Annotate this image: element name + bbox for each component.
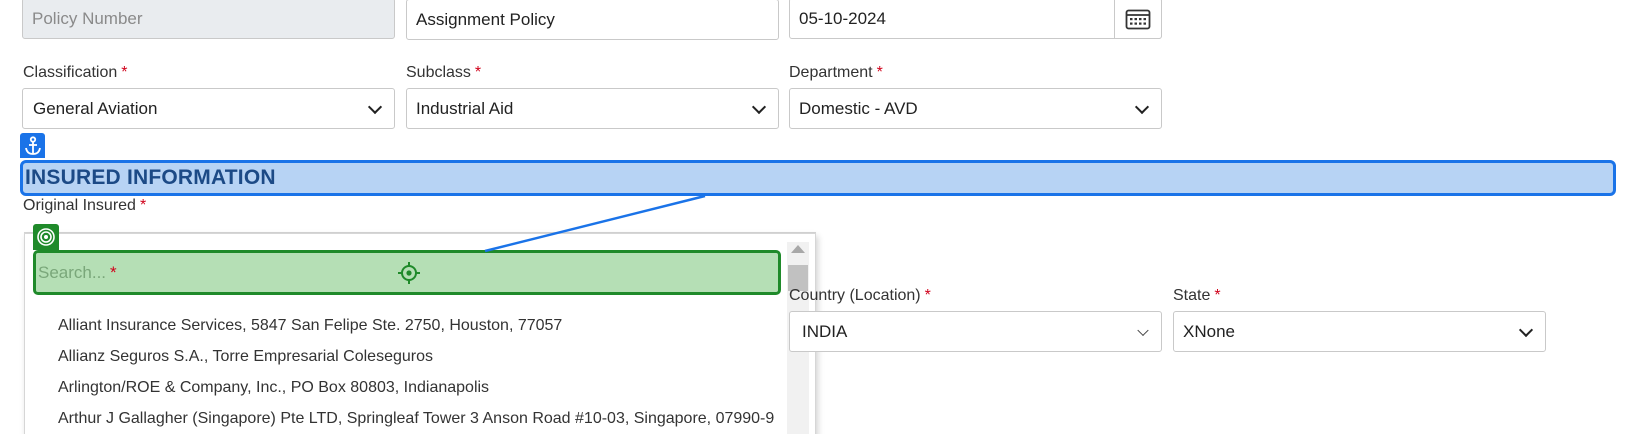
- policy-type-field[interactable]: Assignment Policy: [406, 0, 779, 40]
- original-insured-label-text: Original Insured: [23, 197, 136, 214]
- list-item[interactable]: Arlington/ROE & Company, Inc., PO Box 80…: [58, 375, 774, 406]
- crosshair-icon: [398, 262, 420, 284]
- scroll-up-arrow-icon[interactable]: [791, 245, 805, 253]
- chevron-down-icon: [1134, 99, 1150, 114]
- classification-select[interactable]: General Aviation: [22, 88, 395, 129]
- country-label-text: Country (Location): [789, 287, 921, 304]
- list-item[interactable]: Allianz Seguros S.A., Torre Empresarial …: [58, 344, 774, 375]
- classification-label: Classification *: [23, 64, 128, 82]
- target-icon: [37, 228, 55, 246]
- policy-number-placeholder: Policy Number: [32, 8, 143, 28]
- list-item[interactable]: Alliant Insurance Services, 5847 San Fel…: [58, 313, 774, 344]
- state-select[interactable]: XNone: [1173, 311, 1546, 352]
- required-mark: *: [139, 197, 147, 214]
- required-mark: *: [876, 64, 883, 81]
- chevron-down-icon: [751, 99, 767, 114]
- original-insured-label: Original Insured *: [23, 197, 146, 215]
- calendar-icon: [1125, 9, 1151, 29]
- search-input[interactable]: Search... *: [33, 250, 781, 295]
- state-label: State *: [1173, 287, 1221, 305]
- anchor-icon: [24, 135, 41, 155]
- original-insured-options: Alliant Insurance Services, 5847 San Fel…: [58, 313, 774, 434]
- section-title: INSURED INFORMATION: [25, 166, 276, 189]
- department-select[interactable]: Domestic - AVD: [789, 88, 1162, 129]
- department-label-text: Department: [789, 64, 873, 81]
- country-label: Country (Location) *: [789, 287, 931, 305]
- chevron-down-icon: [1137, 324, 1149, 336]
- insured-information-header: INSURED INFORMATION: [20, 160, 1616, 196]
- required-mark: *: [121, 64, 128, 81]
- subclass-select[interactable]: Industrial Aid: [406, 88, 779, 129]
- policy-type-value: Assignment Policy: [416, 9, 555, 29]
- department-label: Department *: [789, 64, 883, 82]
- calendar-button[interactable]: [1114, 0, 1162, 39]
- classification-label-text: Classification: [23, 64, 118, 81]
- anchor-badge: [20, 133, 45, 158]
- required-mark: *: [110, 262, 117, 282]
- target-badge: [33, 224, 59, 250]
- chevron-down-icon: [367, 99, 383, 114]
- subclass-value: Industrial Aid: [416, 98, 514, 118]
- policy-form: Policy Number Assignment Policy 05-10-20…: [0, 0, 1633, 434]
- required-mark: *: [924, 287, 931, 304]
- country-select[interactable]: INDIA: [789, 311, 1162, 352]
- subclass-label: Subclass *: [406, 64, 481, 82]
- search-placeholder: Search...: [38, 262, 107, 282]
- required-mark: *: [474, 64, 482, 81]
- required-mark: *: [1214, 287, 1221, 304]
- chevron-down-icon: [1518, 322, 1534, 337]
- policy-number-field[interactable]: Policy Number: [22, 0, 395, 39]
- classification-value: General Aviation: [33, 98, 158, 118]
- list-item[interactable]: Arthur J Gallagher (Singapore) Pte LTD, …: [58, 406, 774, 434]
- department-value: Domestic - AVD: [799, 98, 918, 118]
- country-value: INDIA: [802, 321, 848, 341]
- state-label-text: State: [1173, 287, 1211, 304]
- subclass-label-text: Subclass: [406, 64, 471, 81]
- date-field[interactable]: 05-10-2024: [789, 0, 1162, 39]
- state-value: XNone: [1183, 321, 1235, 341]
- date-value: 05-10-2024: [799, 8, 886, 28]
